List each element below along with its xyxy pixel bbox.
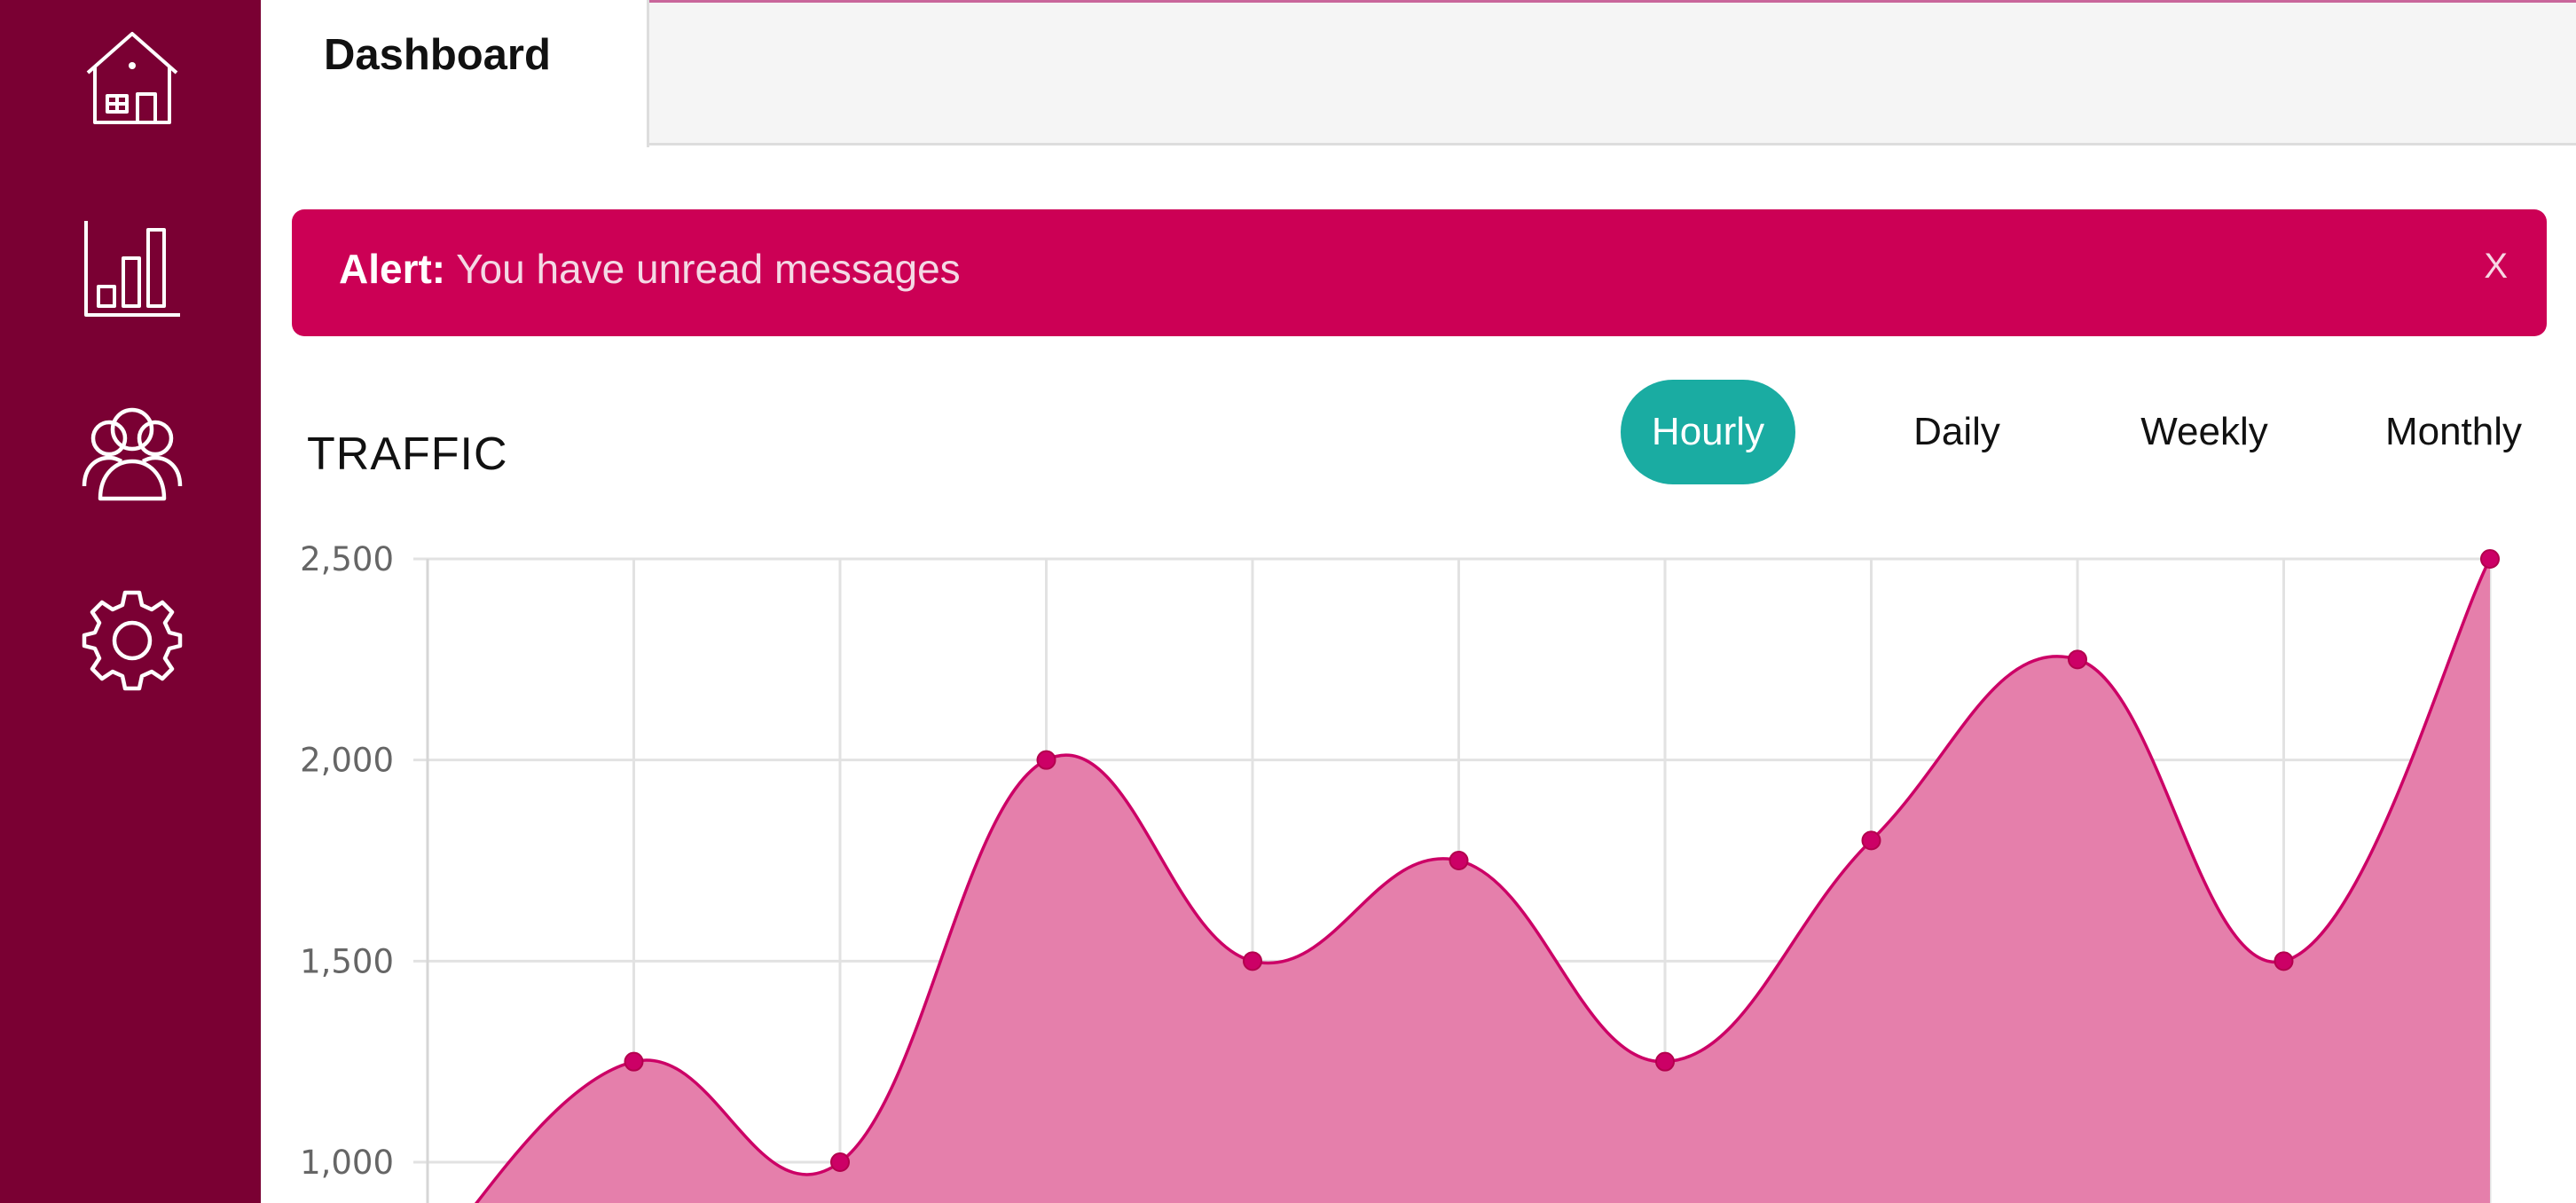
traffic-data-point — [1243, 951, 1262, 971]
y-tick-label: 1,000 — [300, 1144, 394, 1182]
alert-close-button[interactable]: X — [2484, 247, 2508, 287]
traffic-data-point — [1036, 750, 1056, 770]
tab-dashboard-label: Dashboard — [324, 31, 551, 79]
settings-gear-icon[interactable] — [81, 589, 184, 692]
tab-dashboard[interactable]: Dashboard — [261, 0, 649, 147]
traffic-chart-svg: 2,500 2,000 1,500 1,000 — [300, 540, 2500, 1203]
sidebar — [0, 0, 261, 1203]
alert-text: Alert: You have unread messages — [339, 245, 961, 293]
alert-message: You have unread messages — [456, 246, 961, 292]
traffic-data-point — [830, 1152, 850, 1172]
traffic-data-point — [1861, 830, 1881, 851]
traffic-data-point — [624, 1051, 644, 1072]
bar-chart-icon[interactable] — [81, 217, 184, 320]
alert-label: Alert: — [339, 246, 446, 292]
traffic-data-point — [1449, 851, 1469, 870]
range-monthly-button[interactable]: Monthly — [2374, 380, 2533, 484]
y-tick-label: 1,500 — [300, 942, 394, 980]
traffic-data-point — [2274, 951, 2294, 971]
traffic-data-point — [2068, 649, 2087, 670]
home-icon[interactable] — [81, 27, 184, 130]
y-tick-label: 2,000 — [300, 742, 394, 780]
traffic-title: TRAFFIC — [307, 429, 508, 480]
traffic-data-point — [2480, 549, 2500, 569]
range-daily-button[interactable]: Daily — [1891, 380, 2022, 484]
traffic-chart: 2,500 2,000 1,500 1,000 — [261, 497, 2576, 1203]
traffic-data-point — [1655, 1051, 1675, 1072]
range-weekly-button[interactable]: Weekly — [2129, 380, 2280, 484]
users-icon[interactable] — [81, 401, 184, 504]
alert-banner: Alert: You have unread messages X — [292, 209, 2547, 336]
y-tick-label: 2,500 — [300, 540, 394, 578]
range-hourly-button[interactable]: Hourly — [1621, 380, 1795, 484]
